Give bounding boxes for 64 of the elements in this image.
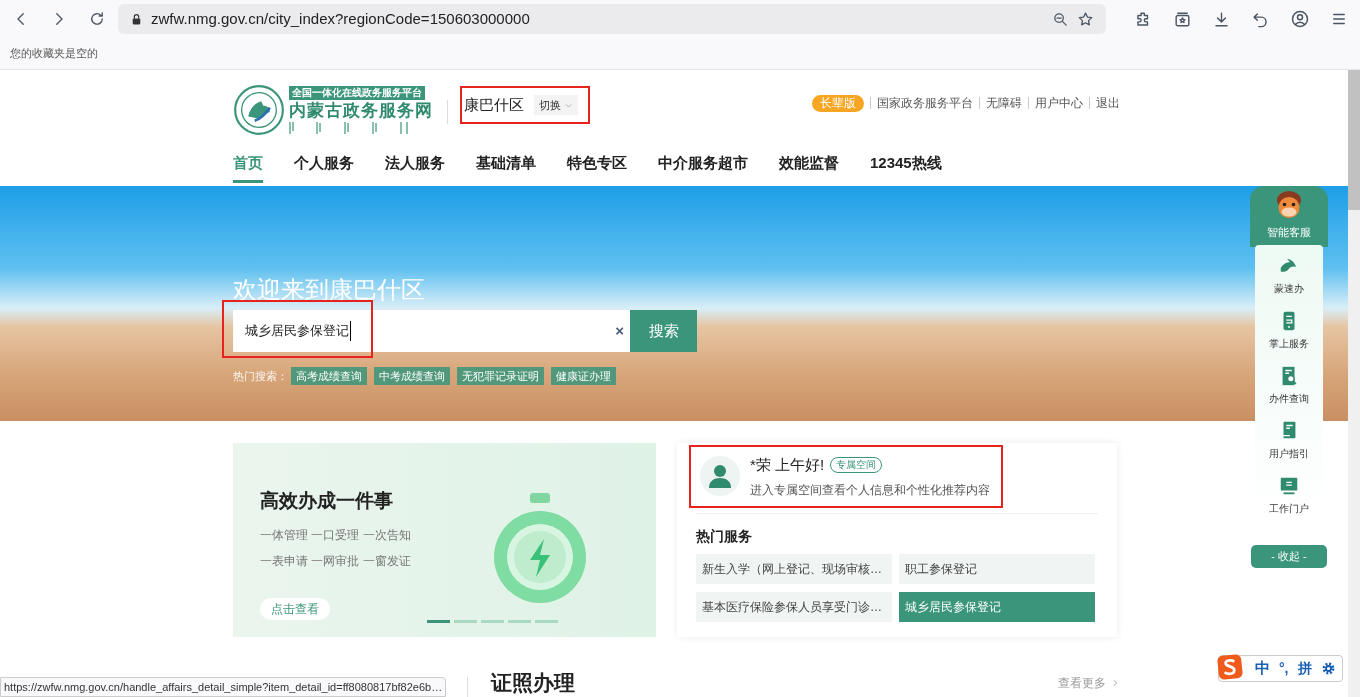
nav-tab[interactable]: 首页: [233, 148, 263, 183]
service-item[interactable]: 城乡居民参保登记: [899, 591, 1095, 622]
service-item[interactable]: 基本医疗保险参保人员享受门诊…: [696, 591, 892, 622]
nav-tab[interactable]: 特色专区: [567, 148, 627, 183]
site-logo[interactable]: 全国一体化在线政务服务平台 内蒙古政务服务网: [233, 84, 433, 136]
search-button[interactable]: 搜索: [630, 310, 697, 352]
ime-mode[interactable]: 拼: [1297, 658, 1312, 679]
chevron-right-icon: [1110, 677, 1120, 688]
switch-region-button[interactable]: 切换: [534, 95, 578, 115]
nav-tab[interactable]: 效能监督: [779, 148, 839, 183]
zoom-out-icon[interactable]: [1052, 10, 1069, 28]
header-link[interactable]: 无障碍: [986, 94, 1022, 112]
collections-icon[interactable]: [1173, 9, 1192, 29]
settings-icon[interactable]: [1320, 661, 1336, 676]
service-item[interactable]: 新生入学（网上登记、现场审核…: [696, 553, 892, 584]
ime-logo-icon: [1217, 654, 1243, 680]
nav-tab[interactable]: 基础清单: [476, 148, 536, 183]
nav-tab[interactable]: 12345热线: [870, 148, 942, 183]
header-link[interactable]: 国家政务服务平台: [877, 94, 973, 112]
search-field[interactable]: 城乡居民参保登记 ×: [233, 310, 630, 352]
emblem-logo: [233, 84, 285, 136]
user-subtitle: 进入专属空间查看个人信息和个性化推荐内容: [750, 481, 990, 499]
ime-language[interactable]: 中: [1255, 657, 1270, 680]
nav-tab[interactable]: 中介服务超市: [658, 148, 748, 183]
star-icon[interactable]: [1077, 10, 1094, 28]
promo-title: 高效办成一件事: [260, 489, 394, 513]
hot-search-label: 热门搜索：: [233, 368, 288, 384]
account-icon[interactable]: [1290, 9, 1310, 29]
scrollbar[interactable]: [1348, 70, 1360, 697]
input-method-bar[interactable]: 中 °, 拼: [1218, 655, 1343, 682]
clear-search-icon[interactable]: ×: [615, 319, 624, 343]
quick-link[interactable]: 用户指引: [1269, 419, 1309, 461]
quick-link[interactable]: 掌上服务: [1269, 309, 1309, 351]
ime-punctuation[interactable]: °,: [1279, 658, 1289, 679]
download-icon[interactable]: [1212, 9, 1231, 29]
status-url-tooltip: https://zwfw.nmg.gov.cn/handle_affairs_detail_simple?item_detail_id=ff8080817bf82e6b…: [0, 677, 447, 697]
reload-icon[interactable]: [88, 10, 106, 28]
section-tab[interactable]: 证照办理: [491, 667, 575, 697]
quick-link[interactable]: 蒙速办: [1274, 254, 1304, 296]
nav-tab[interactable]: 个人服务: [294, 148, 354, 183]
bookmarks-empty-text: 您的收藏夹是空的: [10, 46, 98, 62]
promo-card[interactable]: 高效办成一件事 一体管理 一口受理 一次告知 一表申请 一网审批 一窗发证 点击查看: [233, 443, 656, 637]
region-name: 康巴什区: [464, 94, 524, 115]
view-button[interactable]: 点击查看: [260, 597, 330, 620]
assistant-title: 智能客服: [1267, 225, 1311, 240]
nav-tab[interactable]: 法人服务: [385, 148, 445, 183]
header-link[interactable]: 退出: [1096, 94, 1120, 112]
url-text: zwfw.nmg.gov.cn/city_index?regionCode=150603000000: [151, 8, 531, 29]
quick-link[interactable]: 工作门户: [1269, 474, 1309, 516]
avatar-icon: [700, 456, 740, 497]
collapse-button[interactable]: - 收起 -: [1251, 544, 1327, 568]
logo-title: 内蒙古政务服务网: [289, 100, 433, 122]
banner-welcome: 欢迎来到康巴什区: [233, 275, 426, 305]
address-bar[interactable]: zwfw.nmg.gov.cn/city_index?regionCode=150603000000: [118, 4, 1106, 34]
promo-text: 一表申请 一网审批 一窗发证: [260, 552, 412, 570]
quick-link[interactable]: 办件查询: [1269, 364, 1309, 406]
service-item[interactable]: 职工参保登记: [899, 553, 1095, 584]
hot-services-title: 热门服务: [696, 526, 753, 546]
greeting-text: *荣 上午好!: [750, 455, 825, 475]
lock-icon: [130, 12, 143, 26]
header-link[interactable]: 用户中心: [1035, 94, 1083, 112]
logo-tagline: 全国一体化在线政务服务平台: [289, 86, 425, 100]
promo-text: 一体管理 一口受理 一次告知: [260, 526, 412, 544]
assistant-panel[interactable]: 智能客服: [1250, 186, 1328, 247]
